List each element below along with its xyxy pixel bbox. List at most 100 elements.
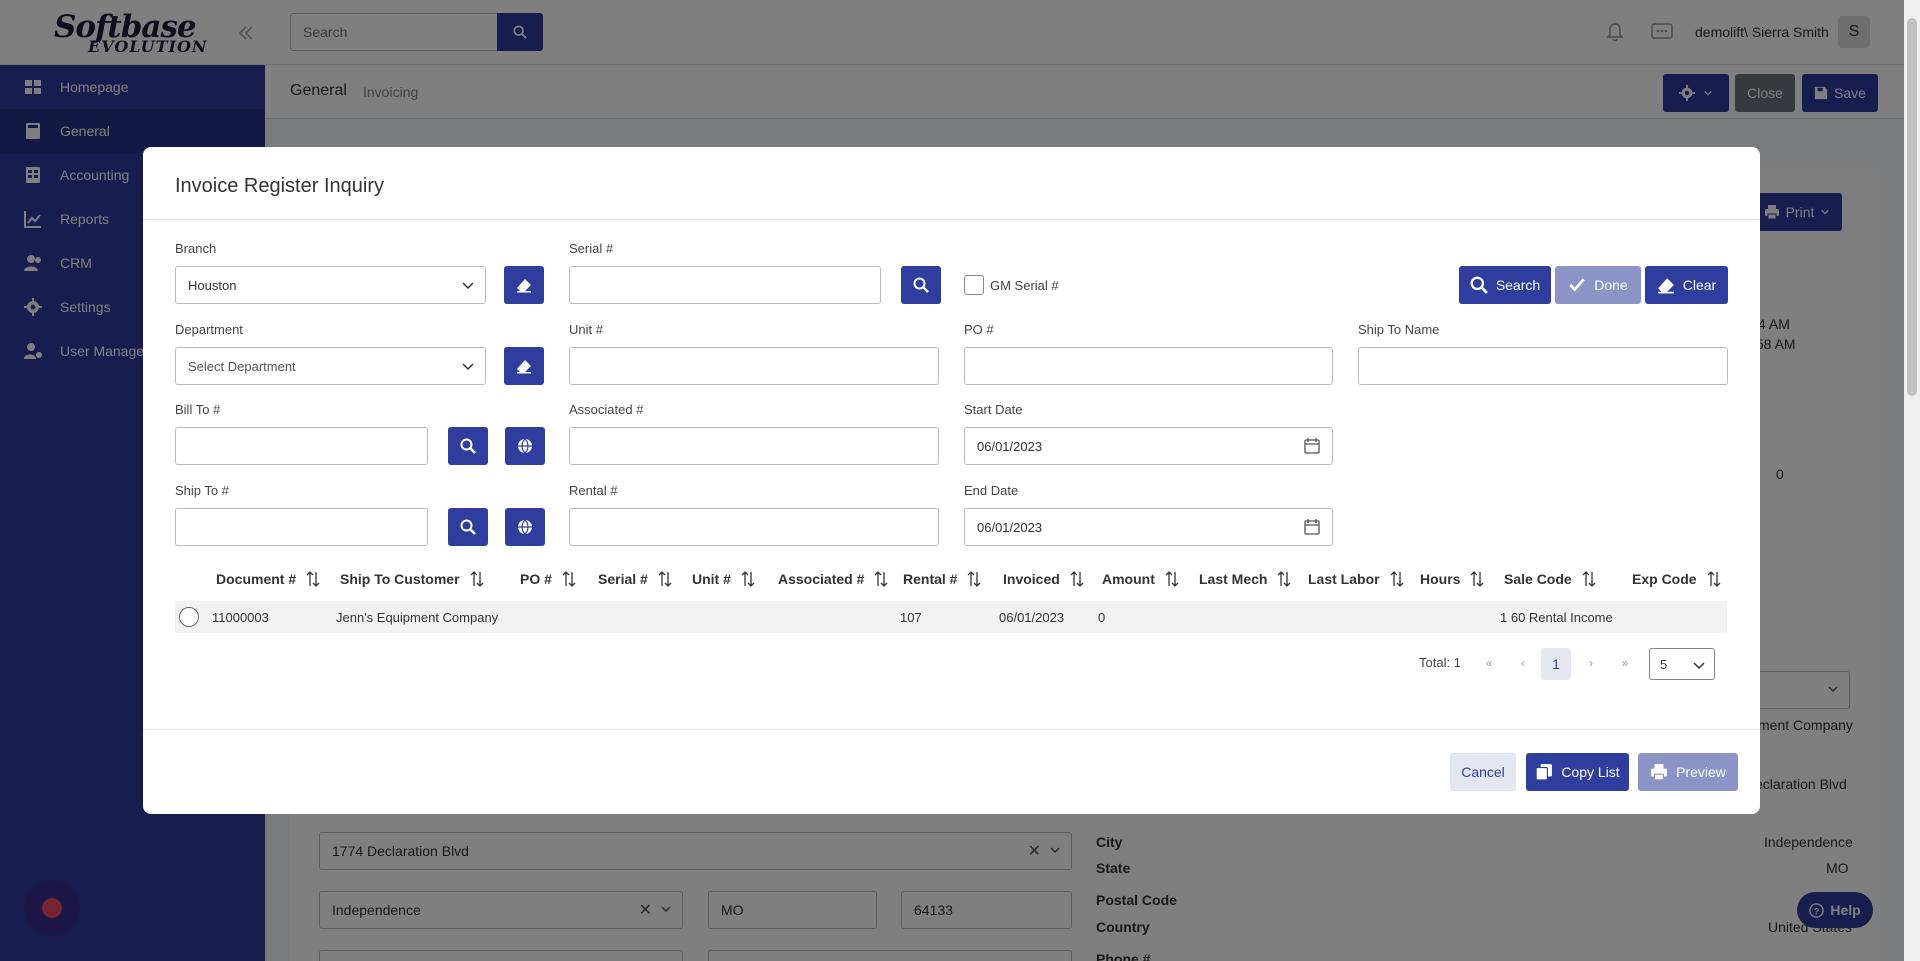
ship-to-label: Ship To # <box>175 483 229 498</box>
ship-to-search-button[interactable] <box>448 508 488 546</box>
preview-label: Preview <box>1676 764 1726 780</box>
chevron-down-icon <box>462 282 474 290</box>
sort-icon <box>741 571 755 587</box>
bill-to-input[interactable] <box>175 427 428 465</box>
search-icon <box>460 438 476 454</box>
cell-rental: 107 <box>900 610 922 625</box>
page-size-value: 5 <box>1660 656 1668 672</box>
branch-label: Branch <box>175 241 217 256</box>
unit-input[interactable] <box>569 347 939 385</box>
start-date-value: 06/01/2023 <box>977 438 1043 454</box>
eraser-icon <box>517 279 531 293</box>
sort-icon <box>1278 571 1291 587</box>
current-page-button[interactable]: 1 <box>1541 648 1571 680</box>
column-header-ship-to-customer[interactable]: Ship To Customer <box>340 571 484 587</box>
serial-label: Serial # <box>569 241 614 256</box>
column-header-unit[interactable]: Unit # <box>692 571 755 587</box>
start-date-input[interactable]: 06/01/2023 <box>964 427 1333 465</box>
page-size-select[interactable]: 5 <box>1649 648 1715 680</box>
ship-to-name-label: Ship To Name <box>1358 322 1440 337</box>
first-page-icon[interactable]: « <box>1475 648 1503 678</box>
end-date-value: 06/01/2023 <box>977 519 1043 535</box>
cell-amount: 0 <box>1098 610 1106 625</box>
chevron-down-icon <box>1693 662 1705 670</box>
cell-invoiced: 06/01/2023 <box>999 610 1065 625</box>
bill-to-search-button[interactable] <box>448 427 488 465</box>
bill-to-label: Bill To # <box>175 402 221 417</box>
row-select-radio[interactable] <box>179 607 199 627</box>
globe-icon <box>518 519 532 535</box>
ship-to-globe-button[interactable] <box>505 508 545 546</box>
copy-icon <box>1535 764 1553 781</box>
clear-department-button[interactable] <box>504 347 544 385</box>
cell-document: 11000003 <box>212 610 269 625</box>
gm-serial-label: GM Serial # <box>990 278 1059 293</box>
sort-icon <box>874 571 888 587</box>
rental-input[interactable] <box>569 508 939 546</box>
calendar-icon[interactable] <box>1304 438 1320 454</box>
serial-search-button[interactable] <box>901 266 941 304</box>
cancel-button[interactable]: Cancel <box>1450 753 1516 791</box>
scrollbar-thumb[interactable] <box>1907 18 1917 396</box>
associated-input[interactable] <box>569 427 939 465</box>
previous-page-icon[interactable]: ‹ <box>1509 648 1537 678</box>
po-label: PO # <box>964 322 994 337</box>
column-header-associated[interactable]: Associated # <box>778 571 888 587</box>
done-button[interactable]: Done <box>1555 266 1641 304</box>
end-date-input[interactable]: 06/01/2023 <box>964 508 1333 546</box>
ship-to-name-input[interactable] <box>1358 347 1728 385</box>
column-header-po[interactable]: PO # <box>520 571 576 587</box>
sort-icon <box>470 571 483 587</box>
bill-to-globe-button[interactable] <box>505 427 545 465</box>
clear-branch-button[interactable] <box>504 266 544 304</box>
gm-serial-checkbox[interactable] <box>964 275 984 295</box>
next-page-icon[interactable]: › <box>1577 648 1605 678</box>
column-header-hours[interactable]: Hours <box>1420 571 1484 587</box>
column-header-serial[interactable]: Serial # <box>598 571 672 587</box>
column-header-invoiced[interactable]: Invoiced <box>1003 571 1084 587</box>
serial-input[interactable] <box>569 266 881 304</box>
search-icon <box>1470 276 1488 294</box>
preview-button[interactable]: Preview <box>1638 753 1738 791</box>
copy-list-button[interactable]: Copy List <box>1526 753 1629 791</box>
sort-icon <box>1165 571 1179 587</box>
eraser-icon <box>1657 278 1674 294</box>
ship-to-input[interactable] <box>175 508 428 546</box>
branch-select-value: Houston <box>188 277 237 293</box>
page-scrollbar[interactable] <box>1904 0 1920 961</box>
chevron-down-icon <box>462 363 474 371</box>
associated-label: Associated # <box>569 402 644 417</box>
column-header-rental[interactable]: Rental # <box>903 571 981 587</box>
clear-button[interactable]: Clear <box>1645 266 1728 304</box>
search-button-label: Search <box>1495 277 1541 293</box>
print-icon <box>1651 764 1667 781</box>
column-header-amount[interactable]: Amount <box>1102 571 1179 587</box>
dialog-title: Invoice Register Inquiry <box>175 175 384 197</box>
rental-label: Rental # <box>569 483 618 498</box>
cell-ship-to-customer: Jenn's Equipment Company <box>336 610 499 625</box>
done-button-label: Done <box>1594 277 1628 293</box>
column-header-last-mech[interactable]: Last Mech <box>1199 571 1291 587</box>
unit-label: Unit # <box>569 322 603 337</box>
department-select[interactable]: Select Department <box>175 347 486 385</box>
po-input[interactable] <box>964 347 1333 385</box>
column-header-sale-code[interactable]: Sale Code <box>1504 571 1596 587</box>
search-icon <box>460 519 476 535</box>
sort-icon <box>658 571 672 587</box>
branch-select[interactable]: Houston <box>175 266 486 304</box>
department-placeholder: Select Department <box>188 358 296 374</box>
divider <box>143 729 1760 730</box>
last-page-icon[interactable]: » <box>1611 648 1639 678</box>
sort-icon <box>968 571 981 587</box>
column-header-document[interactable]: Document # <box>216 571 320 587</box>
sort-icon <box>1390 571 1404 587</box>
eraser-icon <box>517 360 531 374</box>
search-button[interactable]: Search <box>1459 266 1551 304</box>
sort-icon <box>1707 571 1721 587</box>
column-header-exp-code[interactable]: Exp Code <box>1632 571 1721 587</box>
check-icon <box>1569 278 1586 292</box>
calendar-icon[interactable] <box>1304 519 1320 535</box>
sort-icon <box>306 571 320 587</box>
divider <box>143 219 1760 220</box>
column-header-last-labor[interactable]: Last Labor <box>1308 571 1404 587</box>
